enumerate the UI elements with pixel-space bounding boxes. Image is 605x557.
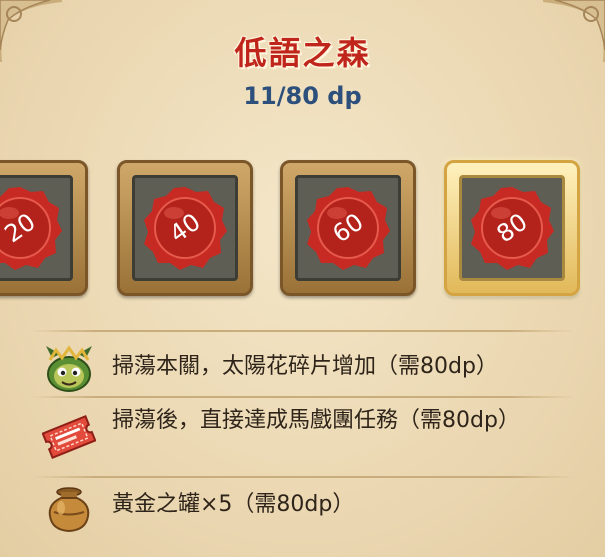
slot-frame: 80 xyxy=(459,175,565,281)
slot-frame: 20 xyxy=(0,175,73,281)
ticket-icon xyxy=(42,415,96,459)
milestone-reward-panel: 低語之森 11/80 dp 20 40 60 80 掃蕩本關，太陽花碎片增加（需… xyxy=(0,0,605,557)
slot-frame: 60 xyxy=(295,175,401,281)
divider xyxy=(30,476,575,478)
reward-description: 掃蕩本關，太陽花碎片增加（需80dp） xyxy=(112,354,498,379)
dp-progress-text: 11/80 dp xyxy=(243,82,362,110)
slot-frame: 40 xyxy=(132,175,238,281)
stage-title: 低語之森 xyxy=(234,34,371,72)
reward-description: 掃蕩後，直接達成馬戲團任務（需80dp） xyxy=(112,408,520,433)
golden-jar-icon xyxy=(48,487,90,533)
sunflower-creature-icon xyxy=(46,345,92,392)
milestone-slot-40[interactable]: 40 xyxy=(117,160,253,296)
divider xyxy=(30,396,575,398)
divider xyxy=(30,330,575,332)
milestone-slot-80[interactable]: 80 xyxy=(444,160,580,296)
milestone-slot-60[interactable]: 60 xyxy=(280,160,416,296)
reward-description: 黃金之罐×5（需80dp） xyxy=(112,492,355,517)
milestone-slot-20[interactable]: 20 xyxy=(0,160,88,296)
